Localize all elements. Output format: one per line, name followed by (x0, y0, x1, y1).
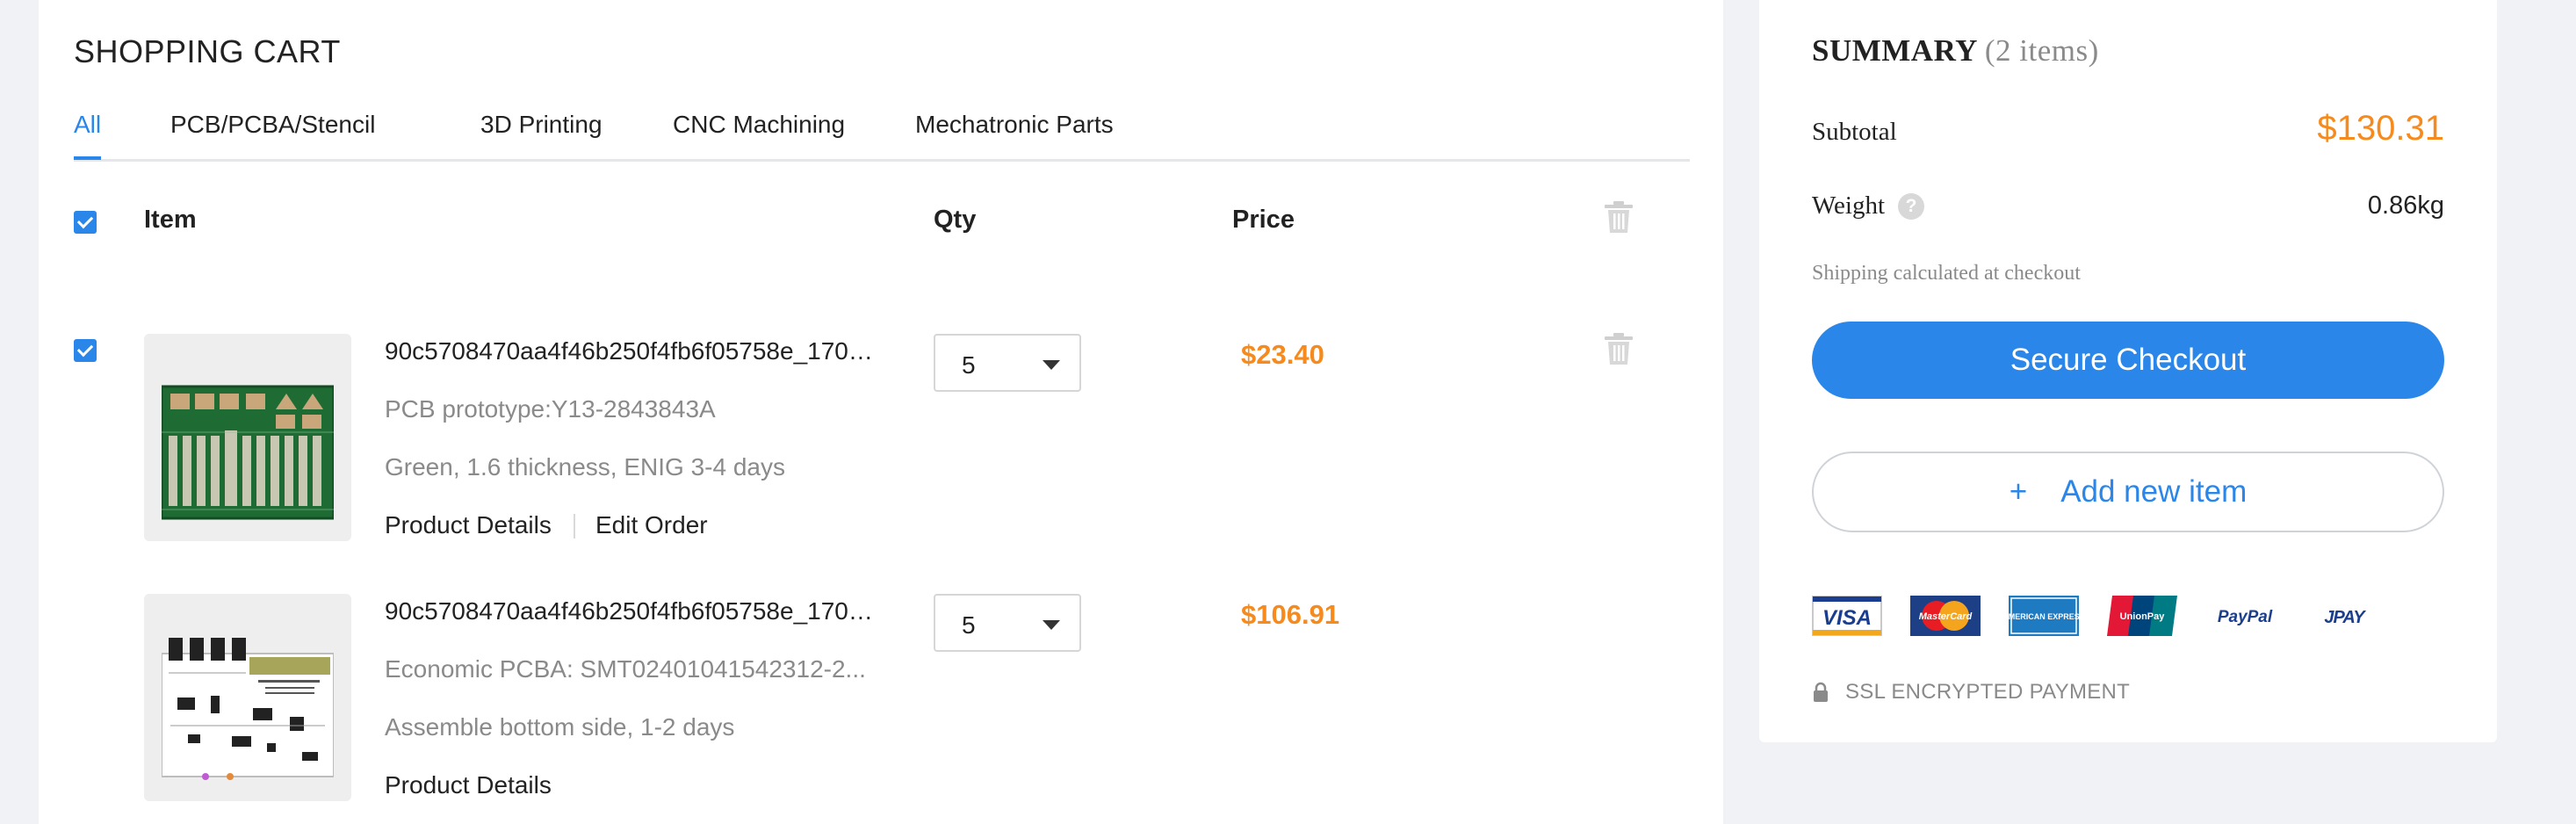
mastercard-logo-text: MasterCard (1919, 611, 1973, 622)
amex-logo-text: AMERICAN EXPRESS (2009, 612, 2079, 621)
tab-mechatronic-parts[interactable]: Mechatronic Parts (915, 111, 1114, 139)
unionpay-logo-icon: UnionPay (2107, 596, 2177, 636)
order-summary-panel: SUMMARY (2 items) Subtotal $130.31 Weigh… (1759, 0, 2497, 742)
help-icon[interactable]: ? (1898, 193, 1924, 220)
quantity-value: 5 (962, 611, 976, 639)
jpay-logo-icon: JPAY (2324, 608, 2367, 627)
summary-item-count: (2 items) (1984, 33, 2099, 68)
mastercard-logo-icon: MasterCard (1910, 596, 1981, 636)
pcba-assembly-drawing-icon (162, 638, 334, 780)
delete-all-trash-icon[interactable] (1604, 200, 1634, 234)
secure-checkout-button[interactable]: Secure Checkout (1812, 322, 2444, 399)
item-name[interactable]: 90c5708470aa4f46b250f4fb6f05758e_1705... (385, 337, 877, 365)
quantity-select[interactable]: 5 (934, 594, 1081, 652)
item-price: $23.40 (1241, 339, 1324, 370)
paypal-logo-icon: PayPal (2218, 608, 2273, 626)
link-separator (574, 514, 575, 538)
item-detail-options: Assemble bottom side, 1-2 days (385, 713, 735, 741)
column-price-header: Price (1232, 206, 1295, 234)
item-detail-spec: PCB prototype:Y13-2843843A (385, 395, 716, 423)
weight-label: Weight (1812, 192, 1886, 220)
select-all-checkbox[interactable] (74, 211, 97, 234)
tab-cnc-machining[interactable]: CNC Machining (673, 111, 845, 139)
product-details-link[interactable]: Product Details (385, 511, 552, 539)
green-pcb-board-icon (162, 385, 334, 520)
visa-logo-text: VISA (1822, 606, 1872, 630)
item-thumbnail[interactable] (144, 334, 351, 541)
cart-title: SHOPPING CART (74, 33, 341, 69)
shopping-cart-panel: SHOPPING CART All PCB/PCBA/Stencil 3D Pr… (39, 0, 1723, 824)
paypal-logo-text: PayPal (2218, 608, 2273, 626)
tab-all[interactable]: All (74, 111, 102, 160)
item-detail-options: Green, 1.6 thickness, ENIG 3-4 days (385, 453, 785, 481)
edit-order-link[interactable]: Edit Order (595, 511, 708, 539)
subtotal-value: $130.31 (2317, 109, 2444, 148)
chevron-down-icon (1043, 360, 1060, 370)
column-qty-header: Qty (934, 206, 977, 234)
quantity-select[interactable]: 5 (934, 334, 1081, 392)
quantity-value: 5 (962, 351, 976, 379)
summary-title: SUMMARY (2 items) (1812, 33, 2099, 69)
subtotal-label: Subtotal (1812, 118, 1897, 146)
lock-icon (1814, 682, 1828, 702)
summary-heading: SUMMARY (1812, 33, 1977, 68)
ssl-text: SSL ENCRYPTED PAYMENT (1845, 680, 2131, 704)
item-name[interactable]: 90c5708470aa4f46b250f4fb6f05758e_1705... (385, 597, 877, 625)
plus-icon: + (2009, 474, 2028, 509)
item-thumbnail[interactable] (144, 594, 351, 801)
product-details-link[interactable]: Product Details (385, 771, 552, 799)
delete-item-trash-icon[interactable] (1604, 332, 1634, 365)
item-detail-spec: Economic PCBA: SMT02401041542312-2... (385, 655, 866, 683)
amex-logo-icon: AMERICAN EXPRESS (2009, 596, 2079, 636)
column-item-header: Item (144, 206, 197, 234)
unionpay-logo-text: UnionPay (2120, 611, 2166, 622)
tab-3d-printing[interactable]: 3D Printing (480, 111, 603, 139)
tab-pcb-pcba-stencil[interactable]: PCB/PCBA/Stencil (170, 111, 375, 139)
jpay-logo-text: JPAY (2324, 608, 2366, 627)
item-price: $106.91 (1241, 599, 1340, 630)
add-new-item-button[interactable]: + Add new item (1812, 452, 2444, 532)
visa-logo-icon: VISA (1812, 596, 1882, 636)
weight-value: 0.86kg (2367, 192, 2444, 220)
item-checkbox[interactable] (74, 339, 97, 362)
category-tabs: All PCB/PCBA/Stencil 3D Printing CNC Mac… (74, 111, 1690, 162)
add-new-item-label: Add new item (2060, 474, 2248, 509)
shipping-note: Shipping calculated at checkout (1812, 262, 2081, 285)
chevron-down-icon (1043, 620, 1060, 630)
